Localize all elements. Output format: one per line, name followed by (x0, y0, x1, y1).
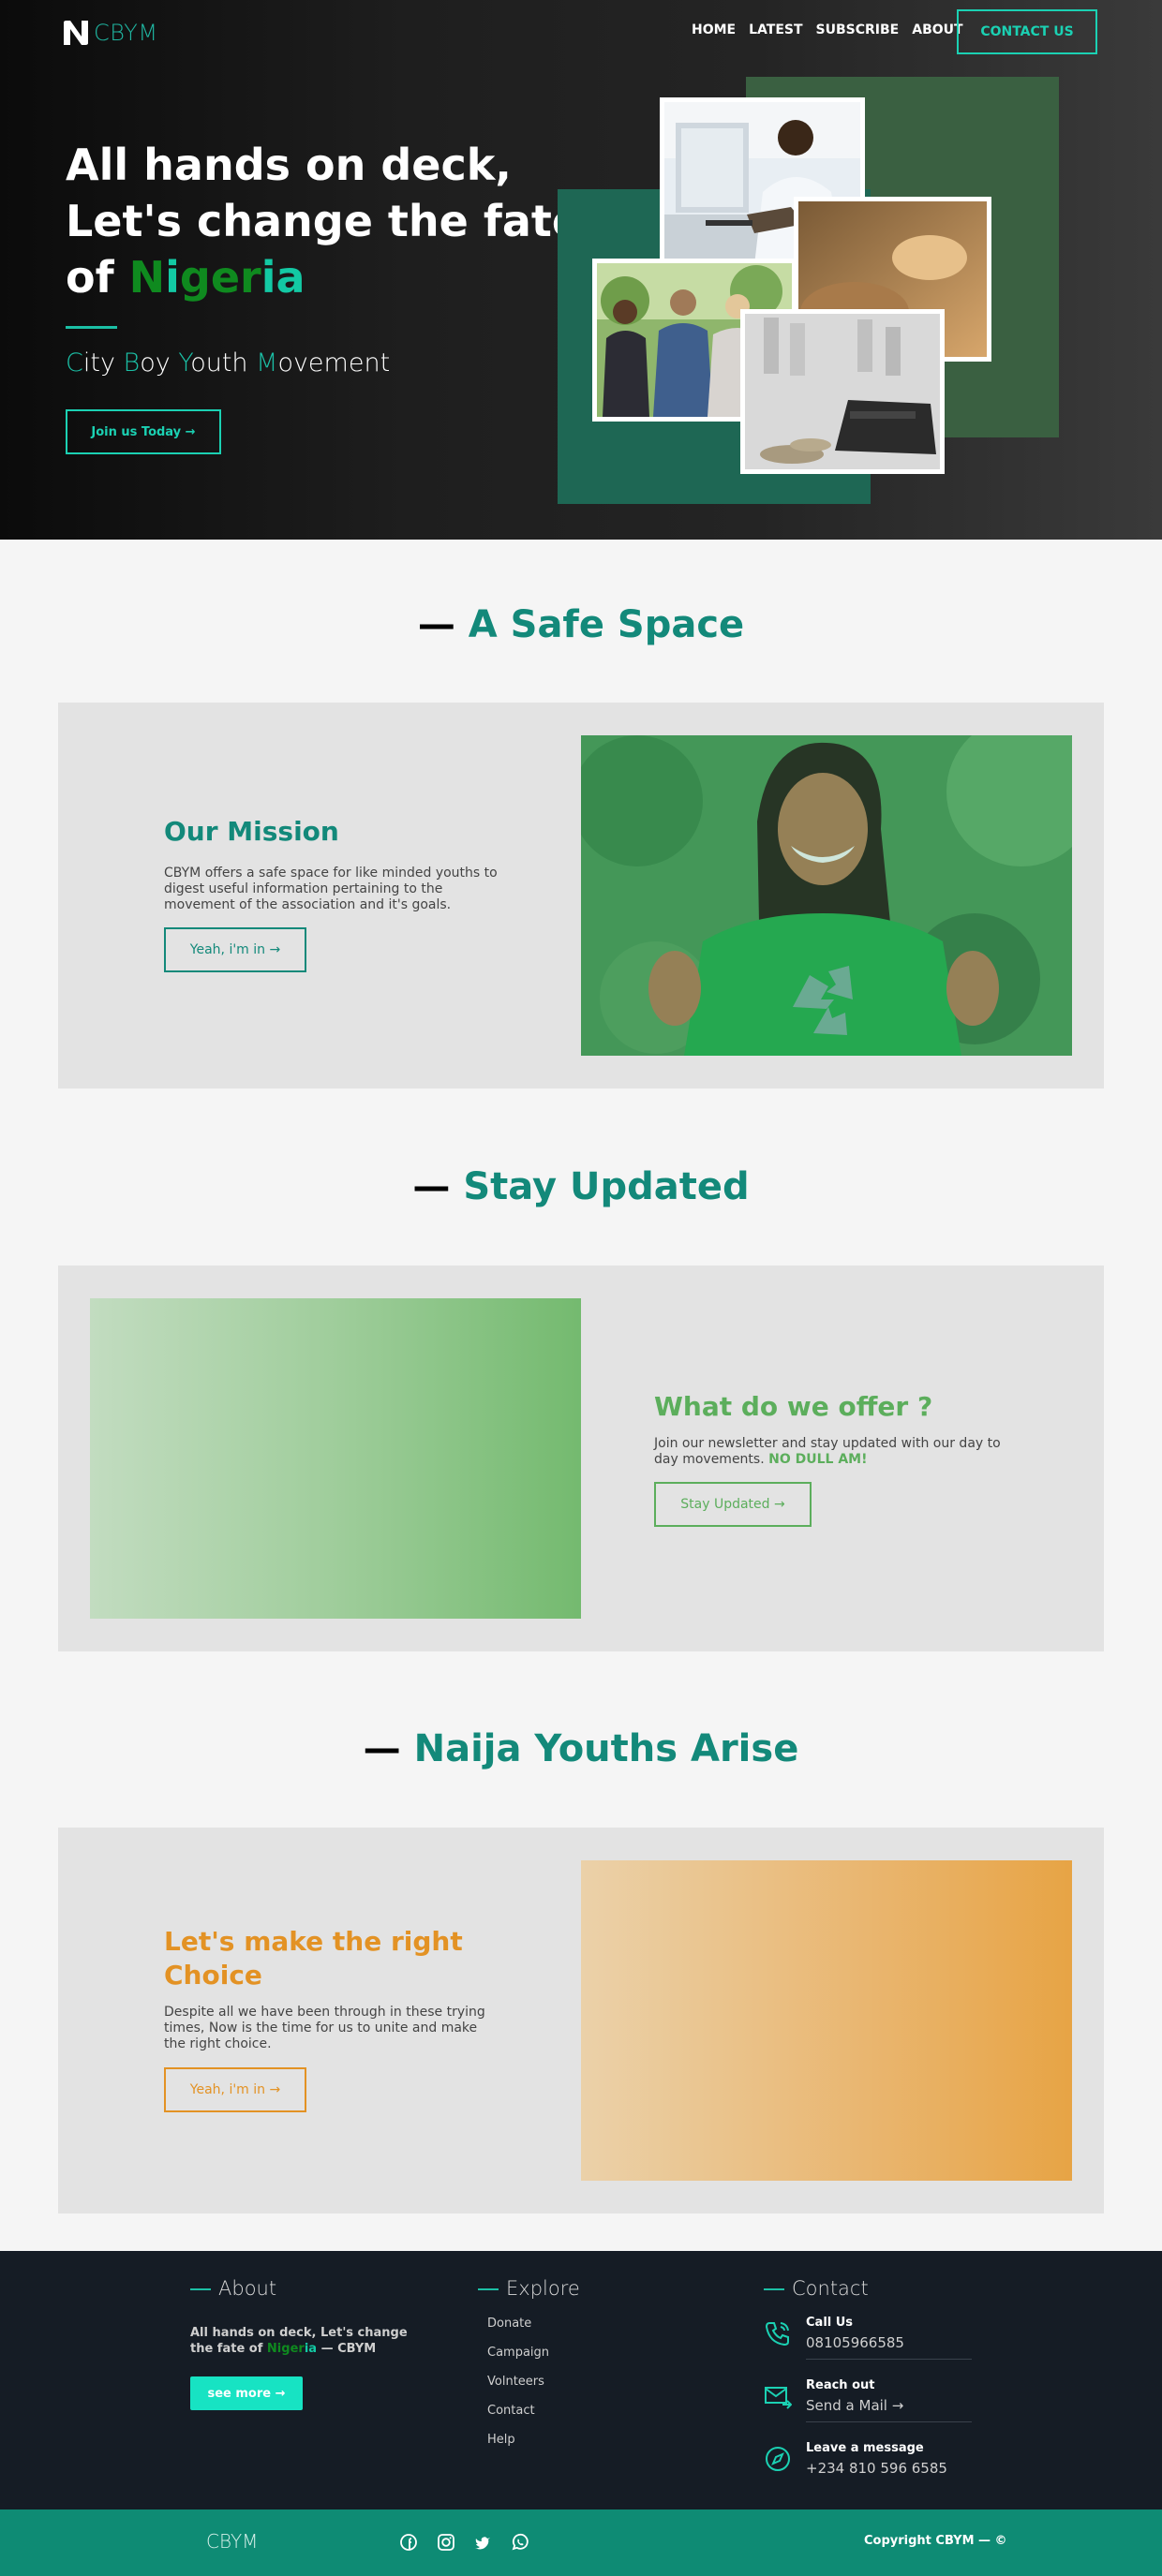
sub-oy: oy (140, 348, 179, 378)
heading-dash: — (363, 1727, 414, 1770)
hero-title-line2: Let's change the fate (66, 196, 582, 246)
hero-subtitle: City Boy Youth Movement (66, 348, 390, 378)
heading-dash: — (412, 1165, 464, 1208)
heading-text: Stay Updated (463, 1165, 750, 1208)
section-heading-safe-space: — A Safe Space (0, 603, 1162, 646)
hero-title-i: i (165, 252, 180, 303)
nav-subscribe[interactable]: SUBSCRIBE (816, 22, 900, 37)
choice-image (581, 1860, 1072, 2181)
footer-about-text: All hands on deck, Let's change the fate… (190, 2325, 415, 2357)
sub-y: Y (178, 348, 191, 378)
footer-explore-heading-text: Explore (506, 2277, 580, 2300)
heading-bar (478, 2288, 499, 2290)
footer-link-help[interactable]: Help (487, 2433, 515, 2447)
hero-title-line3: of Nigeria (66, 249, 581, 305)
footer-link-campaign[interactable]: Campaign (487, 2346, 549, 2360)
mission-text: CBYM offers a safe space for like minded… (164, 866, 498, 912)
hero-section: CBYM HOME LATEST SUBSCRIBE ABOUT CONTACT… (0, 0, 1162, 540)
offer-image (90, 1298, 581, 1619)
stay-updated-button[interactable]: Stay Updated → (654, 1482, 812, 1527)
hero-title: All hands on deck, Let's change the fate… (66, 137, 581, 305)
logo-text: CBYM (94, 20, 158, 46)
hero-title-ger: ger (179, 252, 261, 303)
instagram-icon[interactable] (437, 2533, 455, 2552)
mission-button[interactable]: Yeah, i'm in → (164, 927, 306, 972)
hero-title-of: of (66, 252, 129, 303)
footer-link-volunteers[interactable]: Volnteers (487, 2375, 544, 2389)
about-text-ni: Ni (266, 2342, 282, 2356)
section-heading-naija: — Naija Youths Arise (0, 1727, 1162, 1770)
heading-text: A Safe Space (468, 603, 745, 646)
section-heading-stay-updated: — Stay Updated (0, 1165, 1162, 1208)
divider (806, 2359, 972, 2360)
join-us-button[interactable]: Join us Today → (66, 409, 221, 454)
copyright-text: Copyright CBYM — © (864, 2534, 1007, 2548)
hero-title-n: N (128, 252, 166, 303)
contact-mail-label: Reach out (806, 2378, 875, 2392)
nav-home[interactable]: HOME (692, 22, 736, 37)
divider (806, 2421, 972, 2422)
contact-message-value[interactable]: +234 810 596 6585 (806, 2460, 947, 2477)
heading-text: Naija Youths Arise (413, 1727, 799, 1770)
nav-about[interactable]: ABOUT (912, 22, 962, 37)
about-text-ger: ger (281, 2342, 305, 2356)
sub-outh: outh (190, 348, 257, 378)
footer-link-donate[interactable]: Donate (487, 2317, 531, 2331)
about-text-b: — CBYM (317, 2342, 377, 2356)
offer-text-highlight: NO DULL AM! (768, 1452, 868, 1467)
mail-icon (764, 2382, 793, 2410)
contact-call-value[interactable]: 08105966585 (806, 2334, 904, 2351)
sub-b: B (123, 348, 141, 378)
footer-contact-heading-text: Contact (792, 2277, 869, 2300)
see-more-button[interactable]: see more → (190, 2376, 303, 2410)
sub-m: M (256, 348, 278, 378)
twitter-icon[interactable] (473, 2533, 492, 2552)
logo-n-icon (62, 19, 90, 47)
footer-link-contact[interactable]: Contact (487, 2404, 535, 2418)
footer-explore-heading: Explore (478, 2277, 580, 2300)
heading-dash: — (417, 603, 469, 646)
hero-title-ia: ia (261, 252, 305, 303)
contact-message-label: Leave a message (806, 2441, 924, 2455)
footer: About All hands on deck, Let's change th… (0, 2251, 1162, 2509)
offer-text: Join our newsletter and stay updated wit… (654, 1436, 1010, 1468)
sub-ovement: ovement (277, 348, 391, 378)
mission-panel: Our Mission CBYM offers a safe space for… (58, 703, 1104, 1088)
contact-call-label: Call Us (806, 2316, 854, 2330)
compass-icon (764, 2445, 792, 2473)
about-text-ia: ia (304, 2342, 318, 2356)
footer-about-heading-text: About (218, 2277, 277, 2300)
main-nav: HOME LATEST SUBSCRIBE ABOUT (692, 22, 963, 37)
footer-about-heading: About (190, 2277, 276, 2300)
whatsapp-icon[interactable] (511, 2533, 529, 2552)
mission-image (572, 717, 1096, 1056)
offer-panel: What do we offer ? Join our newsletter a… (58, 1266, 1104, 1651)
hero-divider (66, 326, 117, 329)
choice-button[interactable]: Yeah, i'm in → (164, 2067, 306, 2112)
heading-bar (764, 2288, 784, 2290)
contact-us-button[interactable]: CONTACT US (957, 9, 1097, 54)
hero-photo-cashier (740, 309, 945, 474)
facebook-icon[interactable] (399, 2533, 418, 2552)
bottom-brand: CBYM (206, 2530, 259, 2553)
choice-panel: Let's make the right Choice Despite all … (58, 1828, 1104, 2213)
bottom-bar: CBYM Copyright CBYM — © (0, 2509, 1162, 2576)
hero-title-line1: All hands on deck, (66, 140, 512, 190)
choice-text: Despite all we have been through in thes… (164, 2005, 485, 2051)
offer-title: What do we offer ? (654, 1391, 933, 1422)
heading-bar (190, 2288, 211, 2290)
logo[interactable]: CBYM (62, 19, 158, 47)
nav-latest[interactable]: LATEST (749, 22, 802, 37)
choice-title: Let's make the right Choice (164, 1926, 463, 1991)
sub-ity: ity (82, 348, 124, 378)
contact-mail-value[interactable]: Send a Mail → (806, 2397, 903, 2414)
phone-icon (764, 2319, 792, 2347)
footer-contact-heading: Contact (764, 2277, 869, 2300)
sub-c: C (66, 348, 83, 378)
mission-title: Our Mission (164, 816, 339, 847)
